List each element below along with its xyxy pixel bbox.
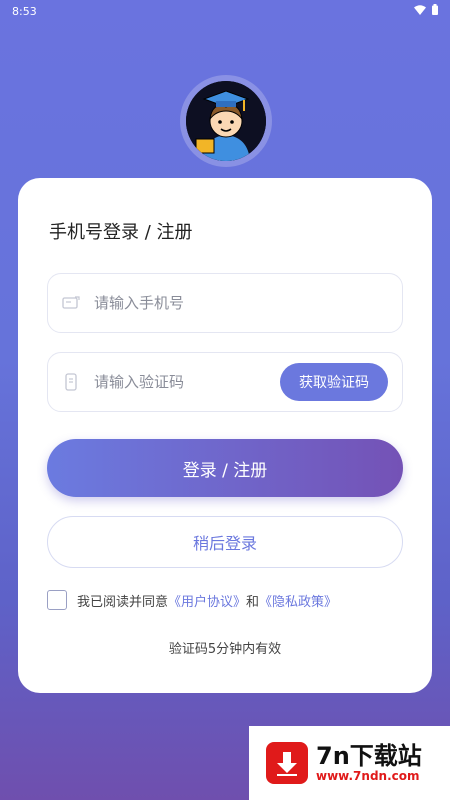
download-arrow-icon bbox=[266, 742, 308, 784]
page-title: 手机号登录 / 注册 bbox=[49, 222, 193, 243]
verify-code-icon bbox=[62, 373, 80, 391]
status-time: 8:53 bbox=[12, 4, 37, 18]
agree-and: 和 bbox=[246, 594, 260, 610]
watermark-title: 7n下载站 bbox=[316, 741, 422, 770]
login-later-button[interactable]: 稍后登录 bbox=[47, 516, 403, 568]
code-field: 获取验证码 bbox=[47, 352, 403, 412]
agreement-row: 我已阅读并同意 《用户协议》 和 《隐私政策》 bbox=[47, 590, 337, 610]
user-agreement-link[interactable]: 《用户协议》 bbox=[168, 591, 246, 610]
site-watermark: 7n下载站 www.7ndn.com bbox=[249, 726, 450, 800]
agree-prefix: 我已阅读并同意 bbox=[77, 594, 169, 610]
avatar-ring bbox=[180, 75, 272, 167]
login-card: 手机号登录 / 注册 获取验证码 登录 / 注册 稍后登录 我已阅读并同意 《用… bbox=[18, 178, 432, 693]
avatar bbox=[186, 81, 266, 161]
phone-card-icon bbox=[62, 294, 80, 312]
wifi-icon bbox=[414, 4, 426, 18]
code-validity-hint: 验证码5分钟内有效 bbox=[168, 642, 282, 657]
code-input[interactable] bbox=[94, 373, 274, 391]
privacy-policy-link[interactable]: 《隐私政策》 bbox=[259, 591, 337, 610]
phone-input[interactable] bbox=[94, 294, 274, 312]
phone-field bbox=[47, 273, 403, 333]
battery-icon bbox=[432, 4, 438, 18]
status-bar: 8:53 bbox=[0, 0, 450, 22]
watermark-url: www.7ndn.com bbox=[316, 769, 420, 784]
student-avatar-icon bbox=[186, 81, 266, 161]
login-register-button[interactable]: 登录 / 注册 bbox=[47, 439, 403, 497]
agree-checkbox[interactable] bbox=[47, 590, 67, 610]
get-code-button[interactable]: 获取验证码 bbox=[280, 363, 388, 401]
